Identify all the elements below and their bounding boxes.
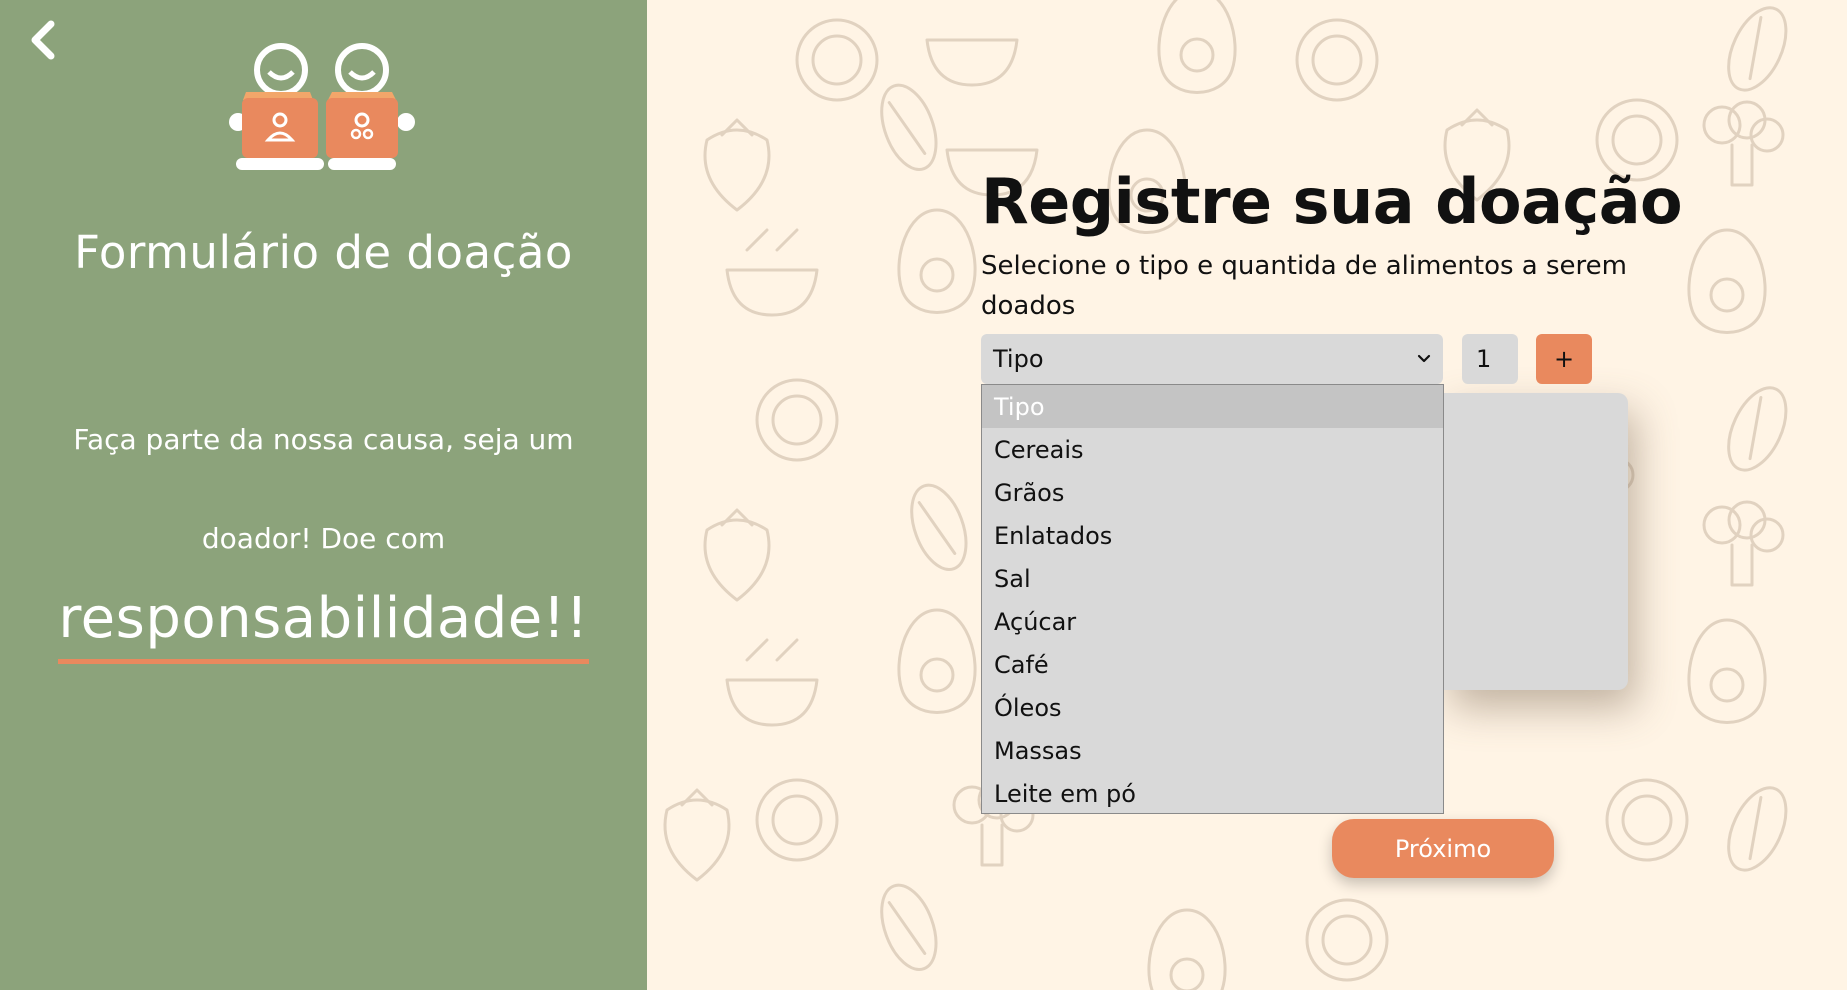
donation-items-list (1443, 393, 1628, 690)
back-button[interactable] (20, 18, 64, 62)
form-subtitle: Selecione o tipo e quantida de alimentos… (981, 251, 1627, 321)
sidebar-panel: Formulário de doação Faça parte da nossa… (0, 0, 647, 990)
food-type-option[interactable]: Leite em pó (982, 772, 1443, 815)
food-type-option[interactable]: Grãos (982, 471, 1443, 514)
food-type-option[interactable]: Café (982, 643, 1443, 686)
food-type-dropdown: Tipo Cereais Grãos Enlatados Sal Açúcar … (981, 384, 1444, 814)
food-type-option[interactable]: Massas (982, 729, 1443, 772)
sidebar-highlight: responsabilidade!! (58, 583, 589, 664)
food-type-option[interactable]: Cereais (982, 428, 1443, 471)
food-type-option[interactable]: Óleos (982, 686, 1443, 729)
sidebar-tagline: Faça parte da nossa causa, seja um doado… (73, 423, 574, 555)
food-type-select[interactable]: Tipo (981, 334, 1443, 384)
donation-logo-icon (229, 43, 415, 170)
food-type-option[interactable]: Tipo (982, 385, 1443, 428)
next-button[interactable]: Próximo (1332, 819, 1554, 878)
sidebar-title: Formulário de doação (74, 226, 573, 279)
add-item-button[interactable]: + (1536, 334, 1592, 384)
quantity-input[interactable]: 1 (1462, 334, 1518, 384)
chevron-left-icon (31, 20, 55, 60)
food-type-option[interactable]: Açúcar (982, 600, 1443, 643)
food-type-select-value: Tipo (993, 345, 1044, 373)
food-type-option[interactable]: Sal (982, 557, 1443, 600)
food-type-option[interactable]: Enlatados (982, 514, 1443, 557)
chevron-down-icon (1417, 354, 1431, 363)
form-title: Registre sua doação (981, 165, 1683, 238)
